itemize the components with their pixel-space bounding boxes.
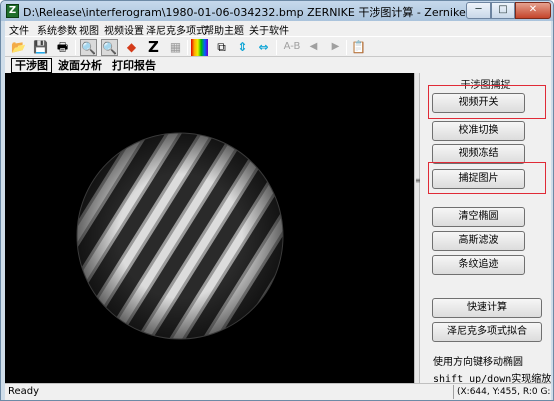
menu-zernike[interactable]: 泽尼克多项式: [146, 22, 206, 37]
open-folder-icon[interactable]: 📂: [10, 39, 27, 56]
zernike-fit-button[interactable]: 泽尼克多项式拟合: [432, 322, 542, 342]
interferogram-view[interactable]: [5, 73, 414, 383]
zoom-out-icon[interactable]: 🔍: [101, 39, 118, 56]
toolbar-separator: [276, 40, 277, 55]
quick-compute-button[interactable]: 快速计算: [432, 298, 542, 318]
status-text: Ready: [8, 386, 40, 397]
toolbar-separator: [346, 40, 347, 55]
save-disk-icon[interactable]: 💾: [32, 39, 49, 56]
ab-text-icon[interactable]: A-B: [281, 39, 303, 56]
toolbar-separator: [187, 40, 188, 55]
minimize-button[interactable]: ─: [466, 2, 491, 19]
tab-interferogram[interactable]: 干涉图: [11, 58, 52, 73]
window-title: D:\Release\interferogram\1980-01-06-0342…: [23, 6, 525, 19]
tab-print-report[interactable]: 打印报告: [108, 58, 160, 73]
menu-system-params[interactable]: 系统参数: [37, 22, 77, 37]
capture-panel: 干涉图捕捉 视频开关 校准切换 视频冻结 捕捉图片 清空椭圆 高斯滤波 条纹追迹…: [420, 73, 551, 383]
print-icon[interactable]: 🖶: [54, 39, 71, 56]
menu-video-settings[interactable]: 视频设置: [104, 22, 144, 37]
app-window: Z D:\Release\interferogram\1980-01-06-03…: [0, 0, 554, 401]
video-freeze-button[interactable]: 视频冻结: [432, 144, 525, 164]
menu-help[interactable]: 帮助主题: [204, 22, 244, 37]
vertical-arrows-icon[interactable]: ⇕: [234, 39, 251, 56]
clear-ellipse-button[interactable]: 清空椭圆: [432, 207, 525, 227]
interferogram-image: [5, 73, 414, 383]
status-bar: Ready (X:644, Y:455, R:0 G:0: [5, 383, 551, 400]
toolbar: 📂 💾 🖶 🔍 🔍 ◆ Z ▦ ▮ ⧉ ⇕ ⇔ A-B ◀ ▶ 📋: [5, 36, 551, 57]
gaussian-filter-button[interactable]: 高斯滤波: [432, 231, 525, 251]
tab-wavefront-analysis[interactable]: 波面分析: [54, 58, 106, 73]
zoom-in-icon[interactable]: 🔍: [80, 39, 97, 56]
hint-move-ellipse: 使用方向键移动椭圆: [433, 357, 523, 368]
zernike-icon[interactable]: Z: [145, 39, 162, 56]
menu-about[interactable]: 关于软件: [249, 22, 289, 37]
next-arrow-icon[interactable]: ▶: [327, 39, 344, 56]
menu-file[interactable]: 文件: [9, 22, 29, 37]
hint-scale: shift up/down实现缩放: [433, 374, 551, 383]
title-bar[interactable]: Z D:\Release\interferogram\1980-01-06-03…: [1, 1, 553, 21]
horizontal-arrows-icon[interactable]: ⇔: [255, 39, 272, 56]
fringe-tracking-button[interactable]: 条纹追迹: [432, 255, 525, 275]
maximize-button[interactable]: □: [491, 2, 515, 19]
clipboard-icon[interactable]: 📋: [350, 39, 367, 56]
menu-bar: 文件 系统参数 视图 视频设置 泽尼克多项式 帮助主题 关于软件: [5, 21, 551, 37]
capture-image-button[interactable]: 捕捉图片: [432, 169, 525, 189]
app-logo-icon: Z: [6, 4, 19, 18]
cube-3d-icon[interactable]: ⧉: [213, 39, 230, 56]
calibrate-toggle-button[interactable]: 校准切换: [432, 121, 525, 141]
cursor-readout: (X:644, Y:455, R:0 G:0: [453, 385, 551, 399]
paint-icon[interactable]: ◆: [123, 39, 140, 56]
grid-icon[interactable]: ▦: [167, 39, 184, 56]
video-toggle-button[interactable]: 视频开关: [432, 93, 525, 113]
close-button[interactable]: ✕: [515, 2, 551, 19]
toolbar-separator: [75, 40, 76, 55]
view-tabs: 干涉图 波面分析 打印报告: [5, 57, 551, 73]
prev-arrow-icon[interactable]: ◀: [305, 39, 322, 56]
color-bars-icon[interactable]: ▮: [191, 39, 208, 56]
menu-view[interactable]: 视图: [79, 22, 99, 37]
